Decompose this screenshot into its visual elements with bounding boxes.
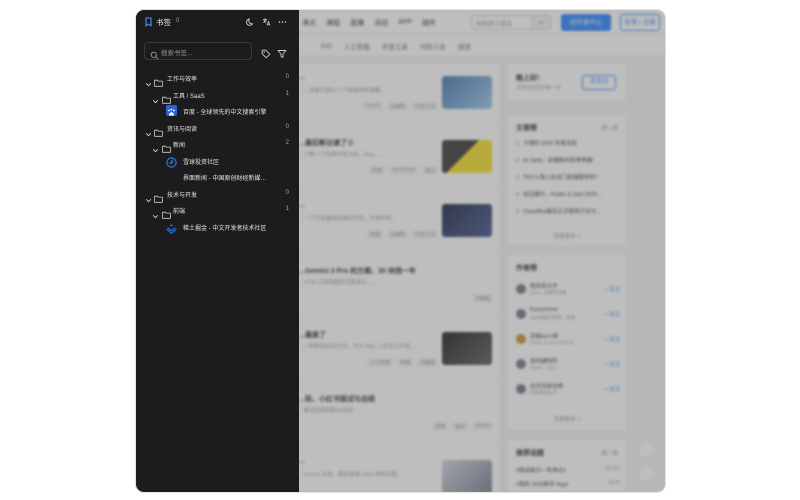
bookmark-count: 0 (176, 18, 180, 24)
chevron-down-icon[interactable] (145, 75, 152, 87)
chevron-down-icon[interactable] (152, 207, 159, 219)
search-placeholder: 搜索书签... (161, 50, 193, 57)
bookmark-icon (144, 17, 153, 27)
translate-icon[interactable] (262, 17, 271, 27)
folder-row[interactable]: 工具 / SaaS 1 (136, 87, 299, 104)
folder-icon (154, 74, 163, 87)
bookmark-item[interactable]: 百度 - 全球领先的中文搜索引擎 (136, 103, 299, 120)
more-options-icon[interactable] (278, 17, 287, 27)
chevron-down-icon[interactable] (152, 141, 159, 153)
folder-label: 新闻 (173, 143, 186, 149)
folder-count: 1 (285, 206, 289, 212)
folder-label: 技术与开发 (167, 192, 198, 199)
search-row: 搜索书签... (144, 42, 294, 60)
folder-label: 工具 / SaaS (173, 93, 205, 100)
juejin-favicon-icon (166, 220, 177, 234)
folder-icon (154, 190, 163, 203)
folder-label: 工作与效率 (167, 77, 198, 83)
folder-count: 0 (285, 74, 289, 80)
folder-row[interactable]: 资讯与阅读 0 (136, 120, 299, 137)
folder-icon (162, 206, 171, 219)
bookmarks-panel: 书签 0 搜索书签... 工作与效率 0 工具 / SaaS 1 百度 - 全球… (136, 10, 299, 492)
folder-icon (154, 124, 163, 137)
folder-count: 2 (285, 140, 289, 146)
folder-label: 前端 (173, 209, 186, 215)
folder-count: 1 (285, 90, 289, 97)
folder-label: 资讯与阅读 (167, 126, 198, 133)
chevron-down-icon[interactable] (145, 125, 152, 136)
bookmark-tree: 工作与效率 0 工具 / SaaS 1 百度 - 全球领先的中文搜索引擎 资讯与… (136, 70, 299, 235)
bookmark-item[interactable]: 稀土掘金 - 中文开发者技术社区 (136, 219, 299, 236)
theme-toggle-icon[interactable] (246, 17, 255, 27)
folder-row[interactable]: 新闻 2 (136, 136, 299, 153)
bookmark-search-input[interactable]: 搜索书签... (144, 42, 252, 60)
chevron-down-icon[interactable] (145, 191, 152, 202)
folder-count: 0 (285, 189, 289, 196)
filter-icon[interactable] (277, 46, 287, 58)
bookmark-label: 百度 - 全球领先的中文搜索引擎 (183, 110, 267, 116)
folder-count: 0 (285, 123, 289, 130)
tag-icon[interactable] (261, 46, 271, 59)
folder-icon (162, 91, 171, 104)
baidu-favicon-icon (166, 105, 177, 116)
folder-row[interactable]: 前端 1 (136, 202, 299, 219)
chevron-down-icon[interactable] (152, 92, 159, 103)
search-icon (150, 47, 159, 60)
folder-row[interactable]: 工作与效率 0 (136, 70, 299, 87)
folder-icon (162, 140, 171, 153)
bookmark-item[interactable]: 界面新闻 - 中国原创财经新媒… (136, 169, 299, 186)
folder-row[interactable]: 技术与开发 0 (136, 186, 299, 203)
bookmark-label: 稀土掘金 - 中文开发者技术社区 (183, 225, 267, 232)
bookmark-label: 雪球投资社区 (183, 159, 220, 166)
bookmark-item[interactable]: 雪球投资社区 (136, 153, 299, 170)
panel-header: 书签 0 (136, 10, 299, 34)
panel-title: 书签 (156, 18, 171, 27)
bookmark-label: 界面新闻 - 中国原创财经新媒… (183, 176, 267, 182)
xueqiu-favicon-icon (166, 154, 177, 168)
